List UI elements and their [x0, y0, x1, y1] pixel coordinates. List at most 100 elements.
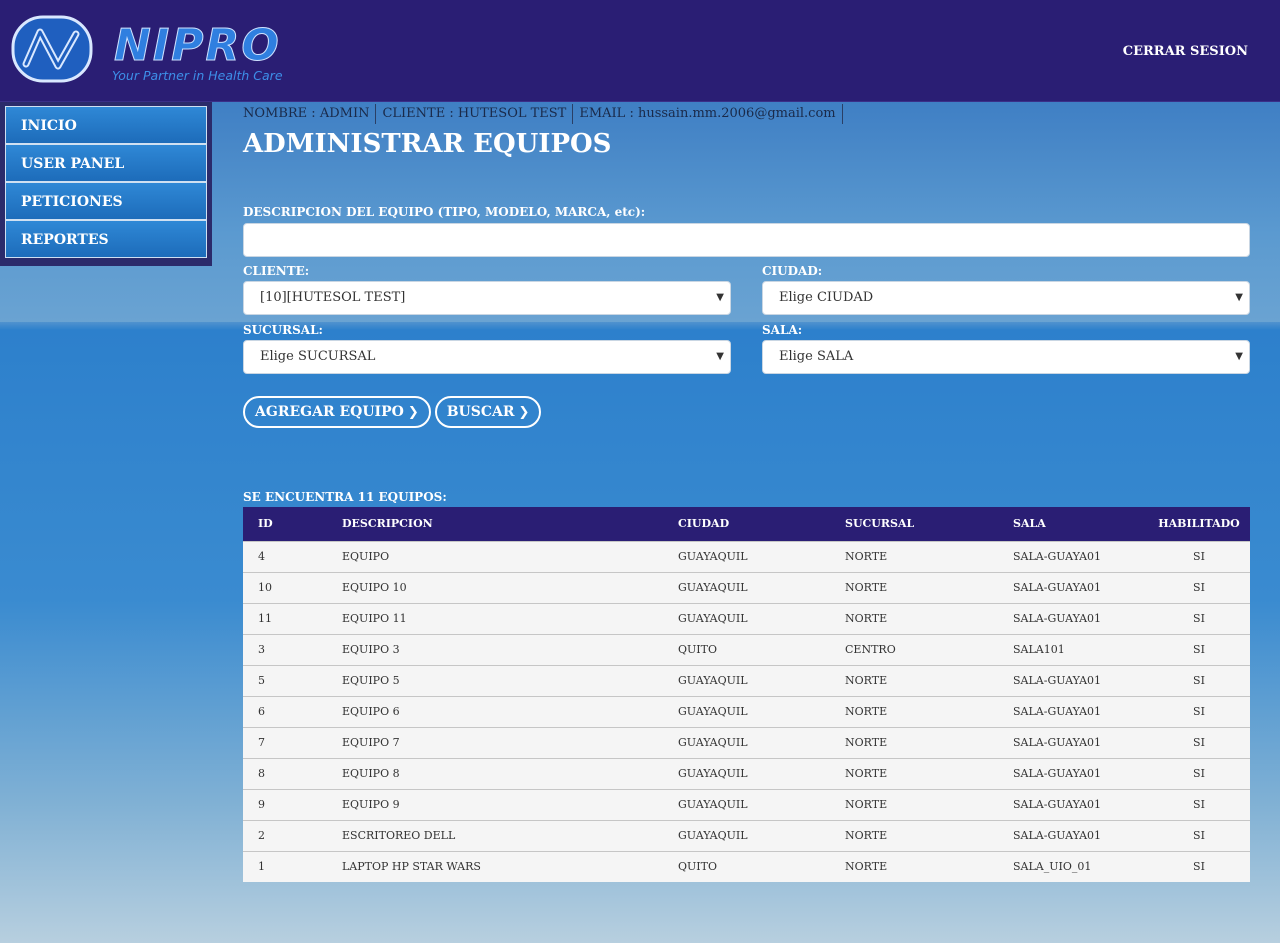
ciudad-label: CIUDAD:	[762, 264, 823, 278]
cell-sucursal: NORTE	[845, 550, 888, 563]
sidebar-item-inicio[interactable]: INICIO	[5, 106, 207, 144]
col-habilitado-header[interactable]: HABILITADO	[1148, 507, 1250, 541]
cell-habilitado: SI	[1193, 643, 1205, 656]
buscar-button[interactable]: BUSCAR ❯	[434, 396, 542, 428]
table-row[interactable]: 4 EQUIPO GUAYAQUIL NORTE SALA-GUAYA01 SI	[243, 541, 1250, 572]
user-email: EMAIL : hussain.mm.2006@gmail.com	[579, 104, 843, 124]
cell-sucursal: NORTE	[845, 612, 888, 625]
sala-select[interactable]: Elige SALA ▼	[762, 340, 1250, 374]
user-info-bar: NOMBRE : ADMIN CLIENTE : HUTESOL TEST EM…	[243, 102, 1250, 126]
cell-sala: SALA-GUAYA01	[1013, 550, 1102, 563]
sala-label: SALA:	[762, 323, 803, 337]
logo: NIPRO Your Partner in Health Care	[10, 14, 290, 88]
logout-link[interactable]: CERRAR SESION	[1123, 44, 1248, 59]
ciudad-field: CIUDAD: Elige CIUDAD ▼	[762, 264, 1250, 315]
table-row[interactable]: 6 EQUIPO 6 GUAYAQUIL NORTE SALA-GUAYA01 SI	[243, 696, 1250, 727]
col-ciudad-header[interactable]: CIUDAD	[663, 507, 830, 541]
sidebar-item-peticiones[interactable]: PETICIONES	[5, 182, 207, 220]
nipro-logo-icon	[11, 15, 93, 83]
cell-descripcion: EQUIPO 3	[342, 643, 400, 656]
col-sala-header[interactable]: SALA	[998, 507, 1148, 541]
cell-id: 10	[258, 581, 272, 594]
cell-ciudad: GUAYAQUIL	[678, 581, 748, 594]
equipos-table: ID DESCRIPCION CIUDAD SUCURSAL SALA HABI…	[243, 507, 1250, 882]
cell-habilitado: SI	[1193, 736, 1205, 749]
cell-id: 3	[258, 643, 265, 656]
results-count: SE ENCUENTRA 11 EQUIPOS:	[243, 490, 447, 504]
cell-descripcion: EQUIPO 6	[342, 705, 400, 718]
chevron-right-icon: ❯	[518, 405, 530, 420]
cell-sala: SALA-GUAYA01	[1013, 829, 1102, 842]
cell-ciudad: GUAYAQUIL	[678, 674, 748, 687]
sucursal-select[interactable]: Elige SUCURSAL ▼	[243, 340, 731, 374]
user-client: CLIENTE : HUTESOL TEST	[382, 104, 574, 124]
cell-descripcion: EQUIPO 5	[342, 674, 400, 687]
table-row[interactable]: 2 ESCRITOREO DELL GUAYAQUIL NORTE SALA-GUAYA…	[243, 820, 1250, 851]
cell-descripcion: LAPTOP HP STAR WARS	[342, 860, 481, 874]
table-row[interactable]: 10 EQUIPO 10 GUAYAQUIL NORTE SALA-GUAYA01 SI	[243, 572, 1250, 603]
table-row[interactable]: 8 EQUIPO 8 GUAYAQUIL NORTE SALA-GUAYA01 SI	[243, 758, 1250, 789]
table-row[interactable]: 11 EQUIPO 11 GUAYAQUIL NORTE SALA-GUAYA01 SI	[243, 603, 1250, 634]
cell-sucursal: NORTE	[845, 767, 888, 780]
main-content: NOMBRE : ADMIN CLIENTE : HUTESOL TEST EM…	[243, 102, 1250, 882]
cell-sucursal: CENTRO	[845, 643, 896, 656]
chevron-right-icon: ❯	[407, 405, 419, 420]
logo-tagline: Your Partner in Health Care	[112, 68, 283, 83]
sucursal-select-value: Elige SUCURSAL	[260, 349, 376, 364]
ciudad-select[interactable]: Elige CIUDAD ▼	[762, 281, 1250, 315]
cell-id: 1	[258, 860, 265, 874]
cell-id: 5	[258, 674, 265, 687]
cell-sala: SALA-GUAYA01	[1013, 767, 1102, 780]
cell-sala: SALA_UIO_01	[1013, 860, 1092, 874]
ciudad-select-value: Elige CIUDAD	[779, 290, 874, 305]
cell-ciudad: GUAYAQUIL	[678, 829, 748, 842]
cell-sala: SALA-GUAYA01	[1013, 736, 1102, 749]
cell-sala: SALA101	[1013, 643, 1065, 656]
cell-habilitado: SI	[1193, 860, 1205, 874]
col-sucursal-header[interactable]: SUCURSAL	[830, 507, 998, 541]
header-bar: NIPRO Your Partner in Health Care CERRAR…	[0, 0, 1280, 102]
cell-habilitado: SI	[1193, 767, 1205, 780]
cell-ciudad: GUAYAQUIL	[678, 767, 748, 780]
table-row[interactable]: 7 EQUIPO 7 GUAYAQUIL NORTE SALA-GUAYA01 SI	[243, 727, 1250, 758]
table-row[interactable]: 5 EQUIPO 5 GUAYAQUIL NORTE SALA-GUAYA01 SI	[243, 665, 1250, 696]
cell-habilitado: SI	[1193, 581, 1205, 594]
cell-sucursal: NORTE	[845, 798, 888, 811]
sidebar: INICIO USER PANEL PETICIONES REPORTES	[0, 102, 212, 266]
cell-id: 11	[258, 612, 272, 625]
cell-ciudad: GUAYAQUIL	[678, 705, 748, 718]
table-row[interactable]: 1 LAPTOP HP STAR WARS QUITO NORTE SALA_UIO_0…	[243, 851, 1250, 882]
agregar-equipo-label: AGREGAR EQUIPO	[255, 404, 404, 420]
cell-ciudad: QUITO	[678, 860, 717, 874]
cell-sala: SALA-GUAYA01	[1013, 705, 1102, 718]
sucursal-label: SUCURSAL:	[243, 323, 323, 337]
cell-id: 7	[258, 736, 265, 749]
cell-descripcion: EQUIPO 9	[342, 798, 400, 811]
cell-descripcion: EQUIPO 8	[342, 767, 400, 780]
cliente-select[interactable]: [10][HUTESOL TEST] ▼	[243, 281, 731, 315]
caret-down-icon: ▼	[1235, 292, 1243, 303]
agregar-equipo-button[interactable]: AGREGAR EQUIPO ❯	[243, 396, 431, 428]
cell-habilitado: SI	[1193, 705, 1205, 718]
cell-habilitado: SI	[1193, 829, 1205, 842]
sidebar-item-reportes[interactable]: REPORTES	[5, 220, 207, 258]
table-row[interactable]: 9 EQUIPO 9 GUAYAQUIL NORTE SALA-GUAYA01 SI	[243, 789, 1250, 820]
cell-sucursal: NORTE	[845, 860, 888, 874]
cell-ciudad: GUAYAQUIL	[678, 550, 748, 563]
cell-descripcion: EQUIPO	[342, 550, 390, 563]
col-descripcion-header[interactable]: DESCRIPCION	[327, 507, 663, 541]
cell-id: 6	[258, 705, 265, 718]
sucursal-field: SUCURSAL: Elige SUCURSAL ▼	[243, 323, 731, 374]
cell-sucursal: NORTE	[845, 581, 888, 594]
table-header-row: ID DESCRIPCION CIUDAD SUCURSAL SALA HABI…	[243, 507, 1250, 541]
cell-id: 4	[258, 550, 265, 563]
cell-descripcion: EQUIPO 11	[342, 612, 407, 625]
col-id-header[interactable]: ID	[243, 507, 327, 541]
page-title: ADMINISTRAR EQUIPOS	[243, 129, 612, 159]
cell-sucursal: NORTE	[845, 829, 888, 842]
table-row[interactable]: 3 EQUIPO 3 QUITO CENTRO SALA101 SI	[243, 634, 1250, 665]
descripcion-input[interactable]	[243, 223, 1250, 257]
cell-habilitado: SI	[1193, 674, 1205, 687]
cell-sucursal: NORTE	[845, 674, 888, 687]
sidebar-item-user-panel[interactable]: USER PANEL	[5, 144, 207, 182]
